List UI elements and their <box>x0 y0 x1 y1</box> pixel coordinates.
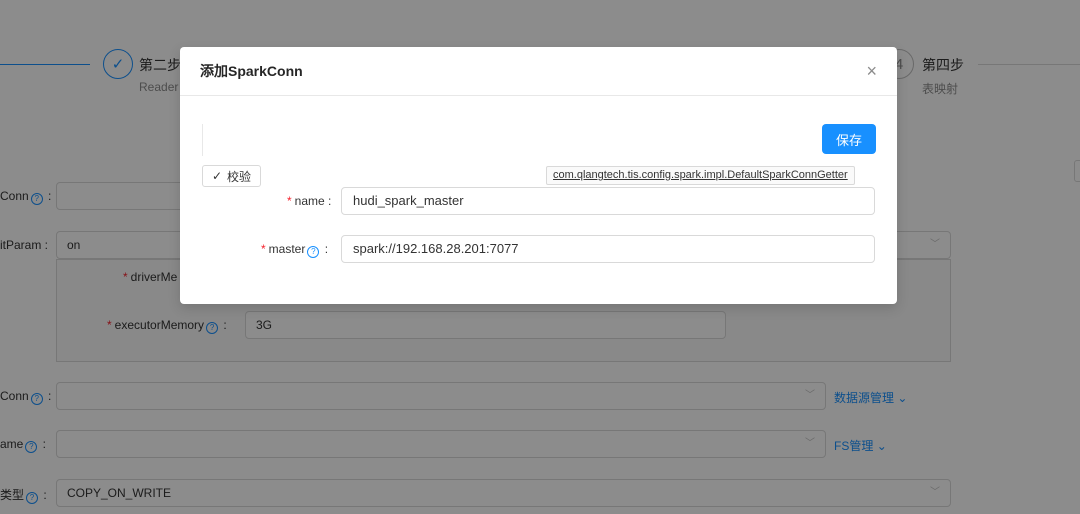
check-icon: ✓ <box>211 169 223 183</box>
modal-title: 添加SparkConn <box>200 63 303 79</box>
impl-class-link[interactable]: com.qlangtech.tis.config.spark.impl.Defa… <box>546 166 855 185</box>
toolbar-divider <box>202 124 203 156</box>
name-input[interactable]: hudi_spark_master <box>341 187 875 215</box>
help-icon[interactable]: ? <box>307 246 320 258</box>
verify-button[interactable]: ✓ 校验 <box>202 165 261 187</box>
modal-header: 添加SparkConn × <box>180 47 897 96</box>
master-label: * master? : <box>261 242 329 258</box>
add-spark-conn-modal: 添加SparkConn × 保存 ✓ 校验 com.qlangtech.tis.… <box>180 47 897 304</box>
close-icon[interactable]: × <box>866 61 877 82</box>
verify-label: 校验 <box>227 169 252 184</box>
name-label: * name : <box>287 194 332 208</box>
save-button[interactable]: 保存 <box>822 124 876 154</box>
master-input[interactable]: spark://192.168.28.201:7077 <box>341 235 875 263</box>
